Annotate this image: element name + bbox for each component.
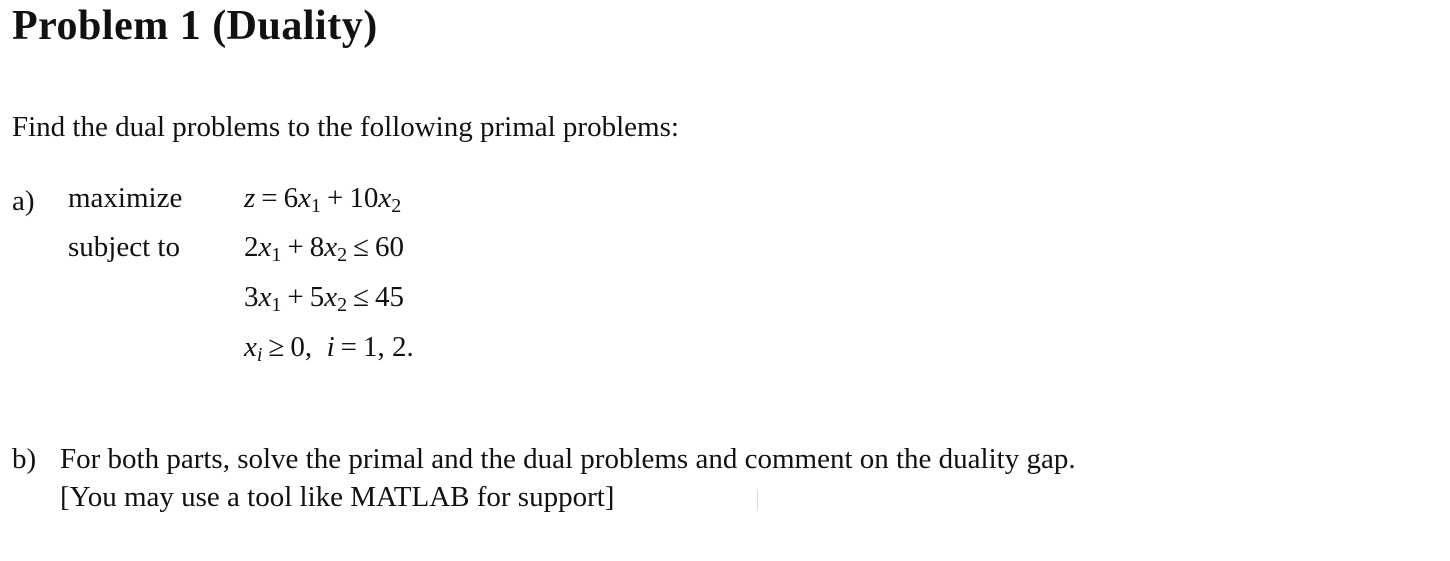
coef-1: 2 <box>244 231 259 263</box>
part-b-text: For both parts, solve the primal and the… <box>60 443 1076 475</box>
rhs: 60 <box>375 231 405 263</box>
maximize-keyword: maximize <box>68 182 183 214</box>
part-b-note: [You may use a tool like MATLAB for supp… <box>60 481 615 513</box>
var-1: x <box>258 281 272 313</box>
coef-2: 10 <box>349 182 379 214</box>
sub-2: 2 <box>391 195 402 217</box>
relation: ≥ <box>268 331 285 363</box>
value: 0, <box>290 331 313 363</box>
relation: ≤ <box>353 231 370 263</box>
sub-1: 1 <box>311 195 322 217</box>
index: i <box>326 331 335 363</box>
equals-sign: = <box>340 331 358 363</box>
coef-2: 5 <box>309 281 325 313</box>
subject-to-keyword: subject to <box>68 231 180 263</box>
var-2: x <box>378 182 392 214</box>
index-range: 1, 2. <box>363 331 414 363</box>
sub-1: 1 <box>271 244 282 266</box>
sub-2: 2 <box>337 294 348 316</box>
part-b-label: b) <box>12 443 37 475</box>
plus-sign: + <box>287 231 304 263</box>
objective-lhs: z <box>244 182 256 214</box>
var-2: x <box>324 281 338 313</box>
nonnegativity-constraint: xi ≥0, i = 1, 2. <box>244 331 414 365</box>
constraint-1: 2x1 +8x2 ≤60 <box>244 231 405 266</box>
coef-1: 6 <box>283 182 299 214</box>
plus-sign: + <box>287 281 304 313</box>
objective-function: z = 6x1 +10x2 <box>244 182 402 217</box>
rhs: 45 <box>375 281 405 313</box>
problem-title: Problem 1 (Duality) <box>12 3 378 49</box>
sub-2: 2 <box>337 244 348 266</box>
var-2: x <box>324 231 338 263</box>
var: x <box>244 331 257 363</box>
relation: ≤ <box>353 281 370 313</box>
plus-sign: + <box>327 182 344 214</box>
equals-sign: = <box>261 182 278 214</box>
coef-2: 8 <box>309 231 325 263</box>
var-1: x <box>298 182 312 214</box>
var-1: x <box>258 231 272 263</box>
part-a-label: a) <box>12 185 35 217</box>
text-cursor <box>757 490 758 510</box>
constraint-2: 3x1 +5x2 ≤45 <box>244 281 405 316</box>
coef-1: 3 <box>244 281 259 313</box>
problem-intro: Find the dual problems to the following … <box>12 111 679 143</box>
sub-1: 1 <box>271 294 282 316</box>
